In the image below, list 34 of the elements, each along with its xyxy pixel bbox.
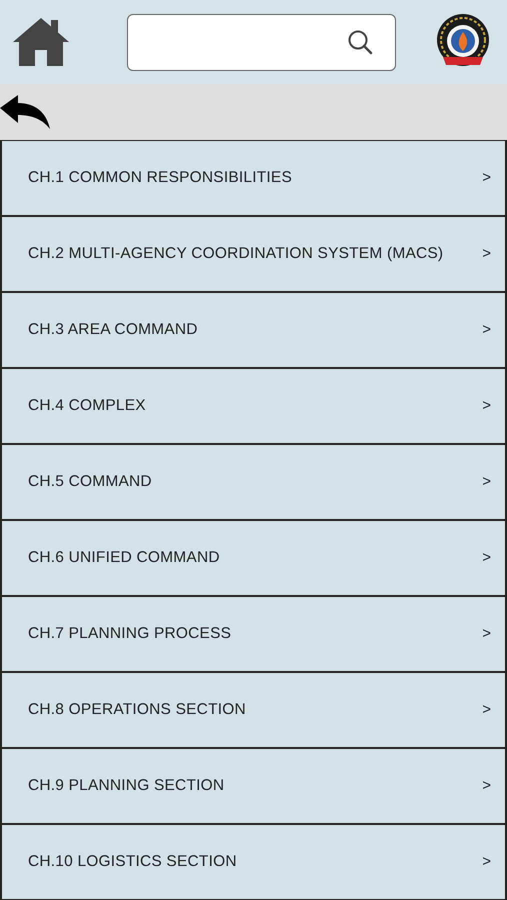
chapter-item[interactable]: CH.10 LOGISTICS SECTION >: [0, 824, 507, 900]
search-field[interactable]: [127, 14, 396, 70]
chapter-title: CH.2 MULTI-AGENCY COORDINATION SYSTEM (MACS): [28, 244, 444, 264]
back-arrow-icon[interactable]: [0, 95, 50, 129]
chapter-item[interactable]: CH.8 OPERATIONS SECTION >: [0, 672, 507, 748]
chevron-icon: >: [482, 166, 491, 190]
chevron-icon: >: [482, 774, 491, 798]
chapter-item[interactable]: CH.6 UNIFIED COMMAND >: [0, 520, 507, 596]
chapter-title: CH.4 COMPLEX: [28, 396, 147, 416]
chapter-item[interactable]: CH.3 AREA COMMAND >: [0, 292, 507, 368]
chapter-title: CH.10 LOGISTICS SECTION: [28, 852, 238, 872]
chapter-item[interactable]: CH.1 COMMON RESPONSIBILITIES >: [0, 140, 507, 216]
chevron-icon: >: [482, 546, 491, 570]
chevron-icon: >: [482, 698, 491, 722]
chapter-title: CH.7 PLANNING PROCESS: [28, 624, 232, 644]
chapter-title: CH.9 PLANNING SECTION: [28, 776, 226, 796]
chevron-icon: >: [482, 394, 491, 418]
search-icon[interactable]: [347, 29, 373, 55]
chapter-item[interactable]: CH.2 MULTI-AGENCY COORDINATION SYSTEM (MACS) >: [0, 216, 507, 292]
chevron-icon: >: [482, 850, 491, 874]
chapter-item[interactable]: CH.9 PLANNING SECTION >: [0, 748, 507, 824]
chapter-title: CH.8 OPERATIONS SECTION: [28, 700, 247, 720]
chapter-item[interactable]: CH.4 COMPLEX >: [0, 368, 507, 444]
chapter-title: CH.5 COMMAND: [28, 472, 153, 492]
chevron-icon: >: [482, 318, 491, 342]
chapter-title: CH.1 COMMON RESPONSIBILITIES: [28, 168, 293, 188]
chapter-item[interactable]: CH.7 PLANNING PROCESS >: [0, 596, 507, 672]
home-icon[interactable]: [12, 16, 70, 68]
chapter-item[interactable]: CH.5 COMMAND >: [0, 444, 507, 520]
chapter-title: CH.6 UNIFIED COMMAND: [28, 548, 221, 568]
chevron-icon: >: [482, 242, 491, 266]
chevron-icon: >: [482, 470, 491, 494]
chapter-title: CH.3 AREA COMMAND: [28, 320, 199, 340]
chevron-icon: >: [482, 622, 491, 646]
